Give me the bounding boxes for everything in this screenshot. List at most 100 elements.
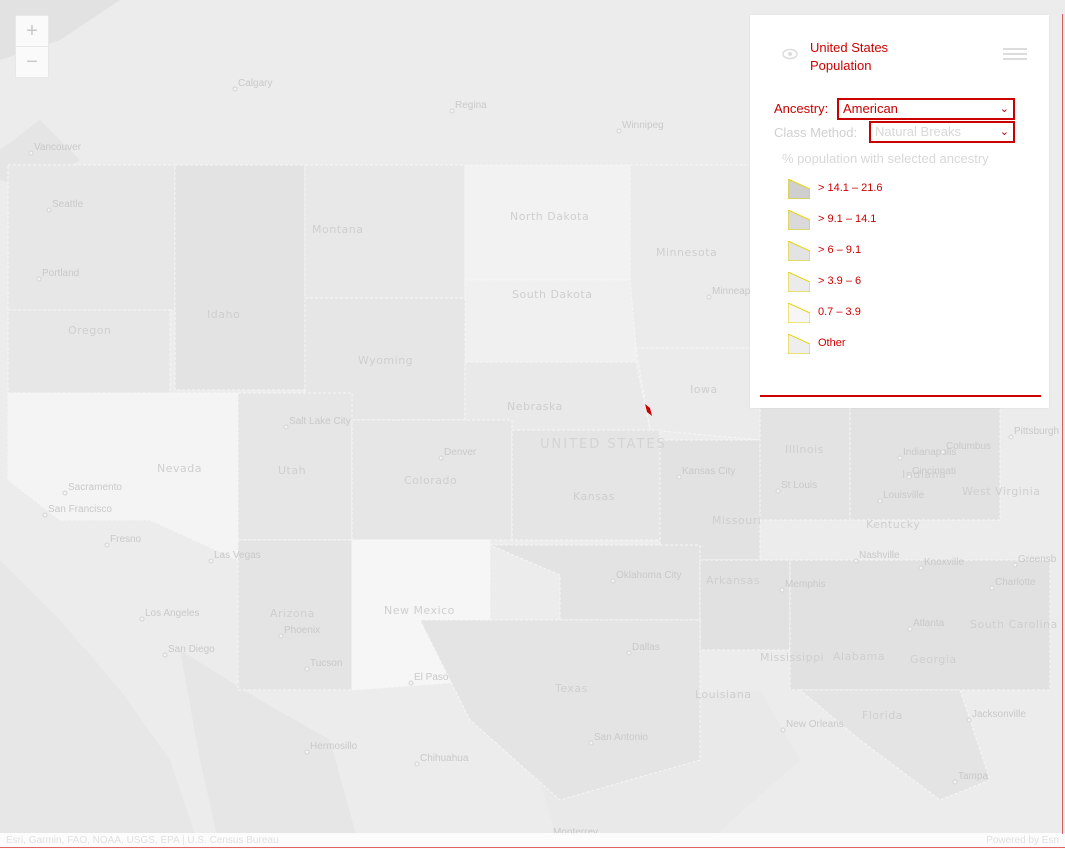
state-label: Missouri [712, 514, 761, 527]
zoom-control: + − [15, 15, 49, 78]
city-dot [28, 150, 34, 156]
city-dot [897, 455, 903, 461]
city-dot [408, 680, 414, 686]
class-method-row: Class Method: [774, 125, 857, 140]
country-label: UNITED STATES [540, 437, 667, 452]
city-label: Winnipeg [622, 120, 664, 131]
city-dot [283, 424, 289, 430]
legend-swatch [787, 209, 811, 231]
city-dot [616, 128, 622, 134]
city-label: Jacksonville [972, 709, 1026, 720]
city-label: Los Angeles [145, 608, 200, 619]
city-dot [162, 652, 168, 658]
ancestry-select[interactable]: American ⌄ [837, 98, 1015, 120]
state-label: Louisiana [695, 688, 751, 701]
city-label: Sacramento [68, 482, 122, 493]
legend-label: > 3.9 – 6 [818, 275, 862, 287]
city-label: Louisville [883, 490, 925, 501]
legend-swatch [787, 302, 811, 324]
zoom-in-button[interactable]: + [16, 16, 48, 46]
city-dot [907, 626, 913, 632]
ancestry-value: American [843, 101, 898, 116]
state-label: North Dakota [510, 210, 589, 223]
city-label: Regina [455, 100, 487, 111]
city-label: Fresno [110, 534, 142, 545]
layer-title: United States Population [810, 40, 889, 73]
city-label: Cincinnati [912, 466, 956, 477]
state-label: Nebraska [507, 400, 563, 413]
chevron-down-icon: ⌄ [999, 126, 1009, 138]
legend-label: > 14.1 – 21.6 [818, 182, 883, 194]
city-dot [449, 108, 455, 114]
city-label: Denver [444, 447, 477, 458]
city-dot [706, 294, 712, 300]
zoom-out-button[interactable]: − [16, 46, 48, 77]
city-label: Calgary [238, 78, 272, 89]
state-label: Georgia [910, 653, 957, 666]
city-dot [304, 749, 310, 755]
state-label: Kansas [573, 490, 615, 503]
legend-swatch [787, 271, 811, 293]
city-dot [278, 633, 284, 639]
state-label: Mississippi [760, 651, 824, 664]
state-label: Arkansas [706, 574, 760, 587]
city-dot [588, 740, 594, 746]
city-dot [1008, 434, 1014, 440]
state-label: New Mexico [384, 604, 455, 617]
state-label: Wyoming [358, 354, 413, 367]
state-label: Idaho [207, 308, 240, 321]
city-dot [139, 616, 145, 622]
city-label: Tucson [310, 658, 342, 669]
city-label: Seattle [52, 199, 84, 210]
city-label: New Orleans [786, 719, 844, 730]
state-label: Florida [862, 709, 903, 722]
state-label: Alabama [833, 650, 885, 663]
ancestry-label: Ancestry: [774, 101, 829, 116]
city-dot [414, 761, 420, 767]
class-method-select[interactable]: Natural Breaks ⌄ [869, 121, 1015, 143]
state-label: Kentucky [866, 518, 920, 531]
city-dot [46, 207, 52, 213]
city-dot [989, 585, 995, 591]
legend-subtitle: % population with selected ancestry [782, 151, 989, 166]
city-label: Las Vegas [214, 550, 261, 561]
city-dot [42, 512, 48, 518]
city-label: Tampa [958, 771, 988, 782]
panel-divider [760, 395, 1041, 397]
legend-label: > 6 – 9.1 [818, 244, 862, 256]
city-dot [877, 498, 883, 504]
city-dot [906, 474, 912, 480]
legend-swatch [787, 240, 811, 262]
city-dot [1012, 562, 1018, 568]
legend-swatch [787, 333, 811, 355]
city-label: Kansas City [682, 466, 735, 477]
state-label: Nevada [157, 462, 202, 475]
city-dot [775, 488, 781, 494]
city-dot [952, 779, 958, 785]
city-dot [36, 276, 42, 282]
city-label: Knoxville [924, 557, 964, 568]
state-label: Oregon [68, 324, 111, 337]
menu-icon[interactable] [1003, 48, 1027, 62]
state-label: Iowa [690, 383, 718, 396]
legend-label: Other [818, 337, 846, 349]
city-label: St Louis [781, 480, 817, 491]
city-label: Atlanta [913, 618, 945, 629]
state-label: Montana [312, 223, 363, 236]
state-label: Utah [278, 464, 306, 477]
city-label: El Paso [414, 672, 449, 683]
city-dot [853, 558, 859, 564]
city-dot [966, 717, 972, 723]
city-dot [208, 558, 214, 564]
city-dot [610, 578, 616, 584]
visibility-eye-icon[interactable] [782, 48, 798, 60]
city-label: Nashville [859, 550, 900, 561]
city-dot [62, 490, 68, 496]
city-dot [438, 455, 444, 461]
city-label: Hermosillo [310, 741, 358, 752]
city-label: San Francisco [48, 504, 112, 515]
class-method-label: Class Method: [774, 125, 858, 140]
chevron-down-icon: ⌄ [999, 103, 1009, 115]
city-dot [780, 727, 786, 733]
state-label: Illinois [785, 443, 824, 456]
